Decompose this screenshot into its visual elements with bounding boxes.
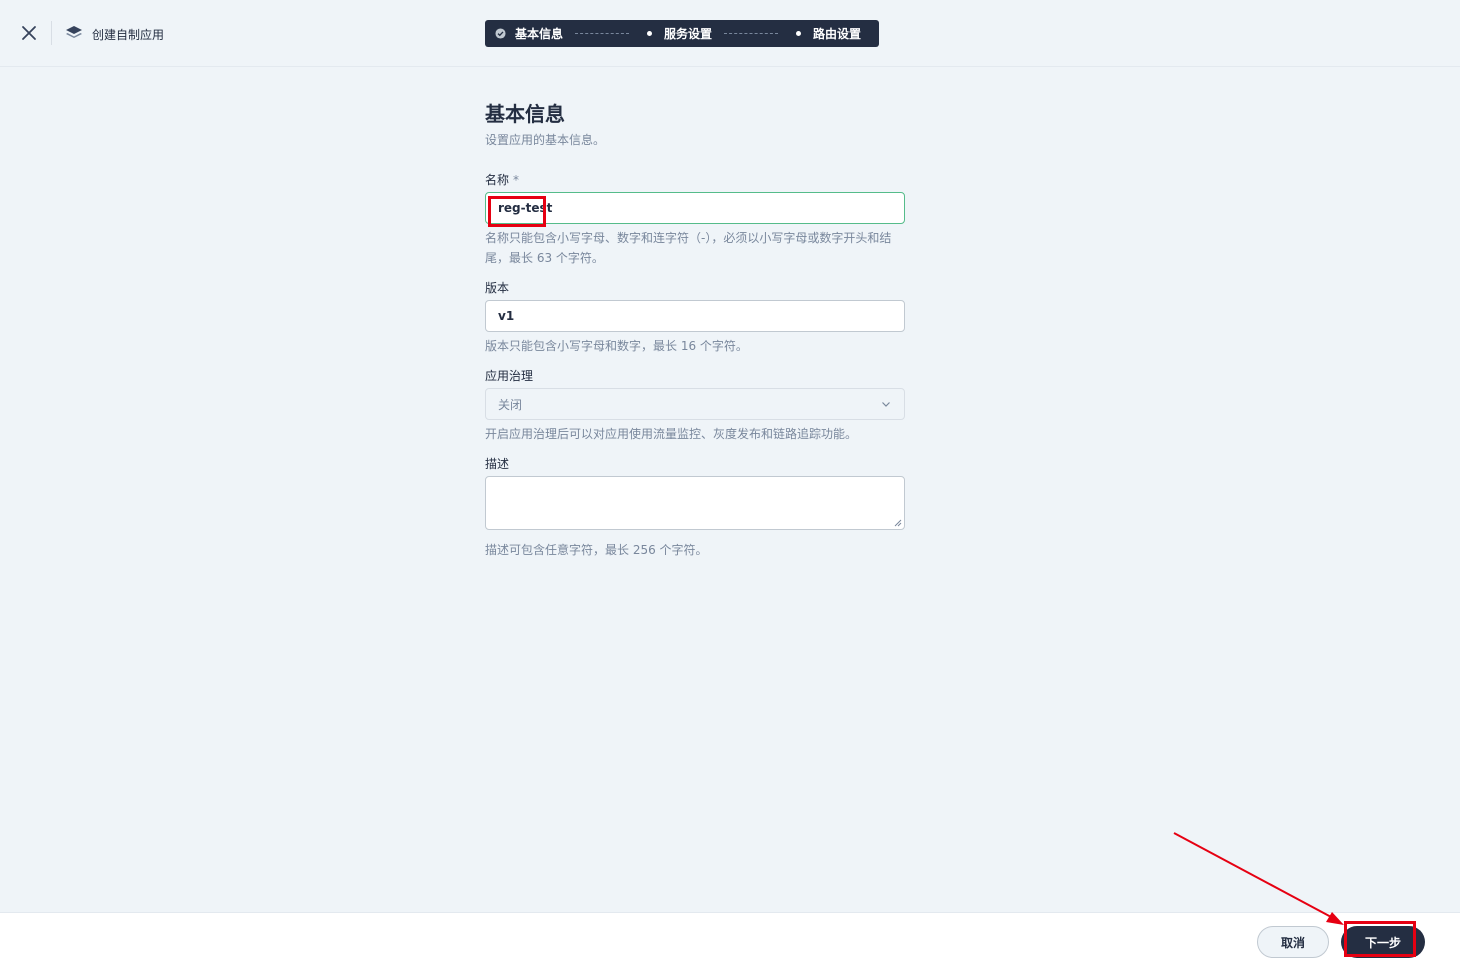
highlight-box-next-button (1344, 921, 1416, 957)
name-input[interactable]: reg-test (485, 192, 905, 224)
version-input-value: v1 (498, 309, 515, 323)
required-mark: * (513, 173, 520, 187)
step-connector (724, 33, 779, 34)
step-route-settings[interactable]: 路由设置 (790, 25, 861, 42)
description-field-group: 描述 描述可包含任意字符，最长 256 个字符。 (485, 456, 905, 560)
basic-info-form: 基本信息 设置应用的基本信息。 名称 * reg-test 名称只能包含小写字母、… (485, 100, 905, 560)
name-field-group: 名称 * reg-test 名称只能包含小写字母、数字和连字符（-），必须以小写字… (485, 172, 905, 268)
governance-select[interactable]: 关闭 (485, 388, 905, 420)
step-basic-info[interactable]: 基本信息 (495, 25, 563, 42)
check-circle-icon (495, 28, 506, 39)
chevron-down-icon (882, 402, 890, 407)
version-field-group: 版本 v1 版本只能包含小写字母和数字，最长 16 个字符。 (485, 280, 905, 356)
name-hint: 名称只能包含小写字母、数字和连字符（-），必须以小写字母或数字开头和结尾，最长 … (485, 231, 892, 265)
governance-hint: 开启应用治理后可以对应用使用流量监控、灰度发布和链路追踪功能。 (485, 427, 858, 441)
name-label: 名称 * (485, 172, 905, 188)
step-dot (647, 31, 653, 36)
governance-select-value: 关闭 (498, 397, 523, 412)
name-label-text: 名称 (485, 173, 510, 187)
governance-label: 应用治理 (485, 369, 534, 383)
close-icon[interactable] (18, 22, 40, 44)
version-input[interactable]: v1 (485, 300, 905, 332)
resize-handle-icon[interactable] (894, 519, 902, 527)
step-dot (796, 31, 802, 36)
form-description: 设置应用的基本信息。 (485, 133, 606, 147)
app-stack-icon (65, 25, 83, 41)
page-title-header: 创建自制应用 (92, 28, 165, 42)
cancel-button[interactable]: 取消 (1257, 926, 1329, 958)
description-hint: 描述可包含任意字符，最长 256 个字符。 (485, 543, 708, 557)
description-label: 描述 (485, 457, 510, 471)
description-textarea[interactable] (485, 476, 905, 530)
step-label: 基本信息 (515, 27, 564, 41)
footer-bar: 取消 下一步 (0, 912, 1460, 962)
governance-field-group: 应用治理 关闭 开启应用治理后可以对应用使用流量监控、灰度发布和链路追踪功能。 (485, 368, 905, 444)
step-service-settings[interactable]: 服务设置 (641, 25, 712, 42)
version-label: 版本 (485, 281, 510, 295)
step-connector (575, 33, 630, 34)
step-label: 服务设置 (664, 27, 713, 41)
top-bar: 创建自制应用 基本信息 服务设置 路由设置 (0, 0, 1460, 67)
highlight-box-name-input (488, 196, 546, 227)
step-label: 路由设置 (813, 27, 862, 41)
header-divider (51, 21, 52, 45)
form-title: 基本信息 (485, 102, 565, 126)
step-indicator: 基本信息 服务设置 路由设置 (485, 20, 879, 47)
version-hint: 版本只能包含小写字母和数字，最长 16 个字符。 (485, 339, 748, 353)
